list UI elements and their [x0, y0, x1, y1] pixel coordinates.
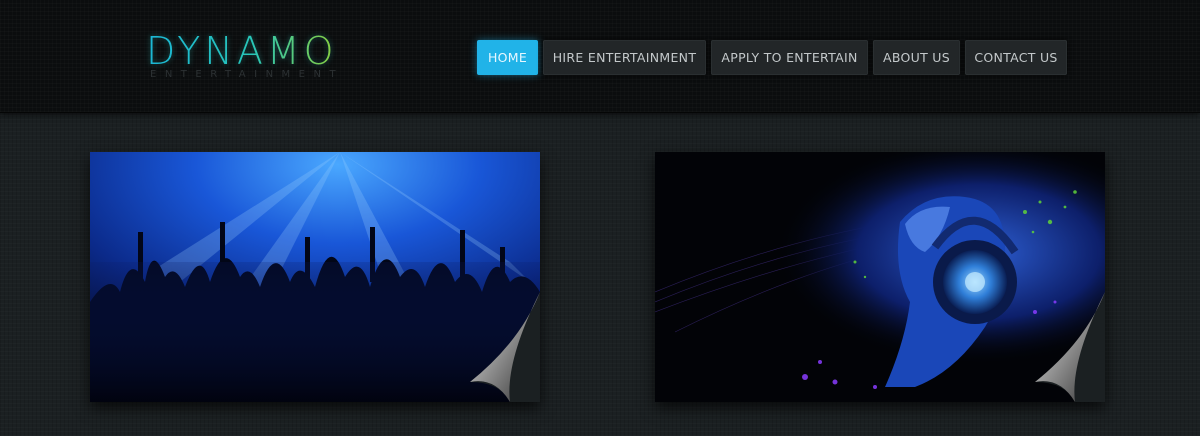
nav-item-hire-entertainment[interactable]: HIRE ENTERTAINMENT: [543, 40, 706, 75]
logo-subtitle: ENTERTAINMENT: [150, 69, 345, 80]
nav-item-home[interactable]: HOME: [477, 40, 538, 75]
logo-title: DYNAMO: [146, 29, 338, 73]
headphones-art-image[interactable]: [655, 152, 1105, 402]
nav-item-about-us[interactable]: ABOUT US: [873, 40, 960, 75]
nav-item-apply-to-entertain[interactable]: APPLY TO ENTERTAIN: [711, 40, 868, 75]
site-logo[interactable]: DYNAMO ENTERTAINMENT: [146, 31, 386, 87]
site-header: DYNAMO ENTERTAINMENT HOME HIRE ENTERTAIN…: [0, 0, 1200, 113]
nav-item-contact-us[interactable]: CONTACT US: [965, 40, 1067, 75]
concert-crowd-image[interactable]: [90, 152, 540, 402]
